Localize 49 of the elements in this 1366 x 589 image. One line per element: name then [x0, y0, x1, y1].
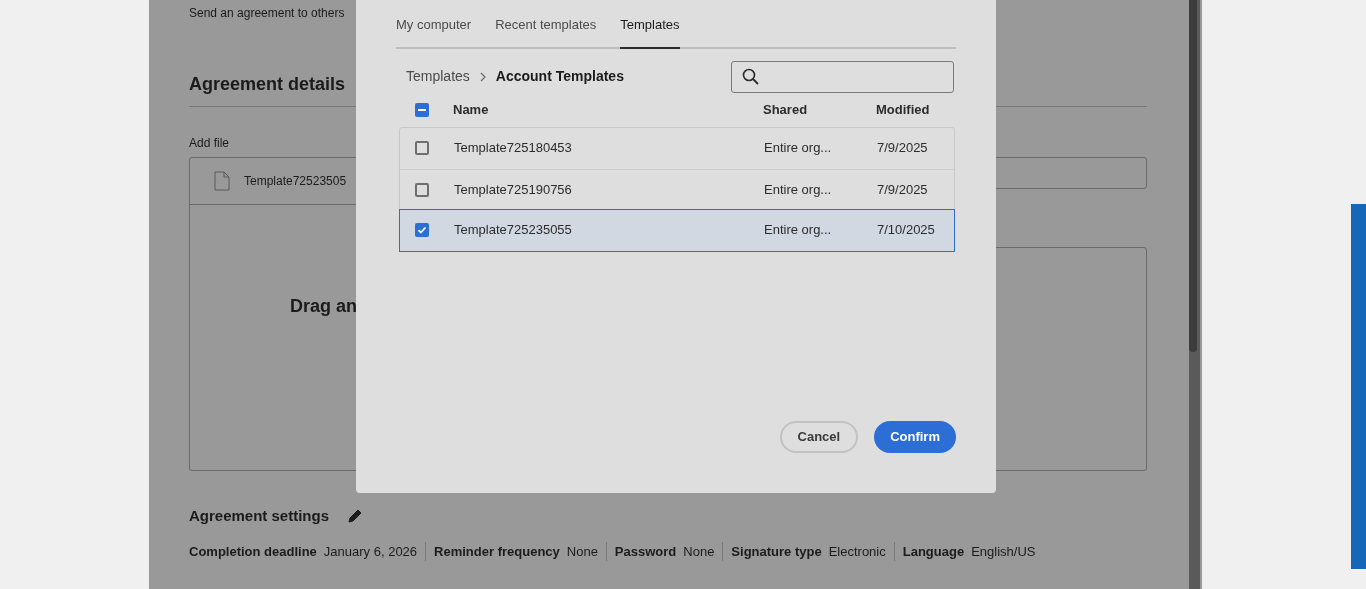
setting-value: None — [683, 542, 715, 561]
file-name: Template72523505 — [244, 173, 347, 190]
tab[interactable]: My computer — [396, 15, 472, 49]
modified-cell-text: 7/9/2025 — [877, 180, 928, 199]
column-header[interactable]: Modified — [876, 99, 930, 120]
shared-cell-text: Entire org... — [764, 221, 833, 240]
column-header[interactable]: Name — [453, 99, 763, 120]
setting-label: Language — [902, 542, 965, 561]
add-file-label: Add file — [189, 135, 230, 151]
template-row[interactable]: Template725180453 Entire org... 7/9/2025 — [400, 127, 954, 169]
checkbox[interactable] — [415, 182, 429, 197]
template-name: Template725180453 — [454, 139, 573, 158]
chevron-icon — [479, 71, 486, 82]
breadcrumb-item: Account Templates — [495, 67, 624, 86]
template-row[interactable]: Template725235055 Entire org... 7/10/2025 — [400, 209, 954, 251]
column-header[interactable]: Shared — [763, 99, 876, 120]
cancel-button[interactable]: Cancel — [779, 421, 859, 453]
setting-value: English/US — [971, 542, 1036, 561]
section-title: Agreement details — [189, 73, 346, 96]
search-field[interactable] — [731, 60, 954, 93]
setting-value: January 6, 2026 — [323, 542, 418, 561]
setting-label: Reminder frequency — [434, 542, 560, 561]
document-icon — [214, 171, 230, 191]
search-icon — [742, 68, 759, 85]
checkbox[interactable] — [415, 102, 429, 117]
drop-zone-text: Drag an — [290, 296, 358, 316]
settings-title: Agreement settings — [189, 506, 330, 526]
confirm-button[interactable]: Confirm — [874, 421, 956, 453]
setting-label: Signature type — [731, 542, 822, 561]
breadcrumb-item[interactable]: Templates — [406, 66, 470, 87]
scrollbar[interactable] — [1189, 0, 1200, 589]
setting-label: Password — [614, 542, 677, 561]
template-name: Template725235055 — [454, 221, 573, 240]
checkmark-icon — [417, 225, 427, 235]
dash-icon — [418, 108, 426, 111]
shared-cell-text: Entire org... — [764, 180, 833, 199]
checkbox[interactable] — [415, 141, 429, 155]
description-text: Send an agreement to others — [189, 5, 345, 22]
template-name: Template725190756 — [454, 180, 573, 199]
setting-value: None — [566, 542, 598, 561]
setting-label: Completion deadline — [189, 542, 317, 561]
checkbox[interactable] — [415, 223, 429, 237]
modified-cell-text: 7/9/2025 — [877, 139, 928, 158]
shared-cell-text: Entire org... — [764, 139, 833, 158]
tab[interactable]: Templates — [620, 15, 680, 49]
tab[interactable]: Recent templates — [495, 15, 597, 49]
modified-cell-text: 7/10/2025 — [877, 221, 935, 240]
pencil-icon[interactable] — [347, 508, 364, 525]
setting-value: Electronic — [828, 542, 886, 561]
